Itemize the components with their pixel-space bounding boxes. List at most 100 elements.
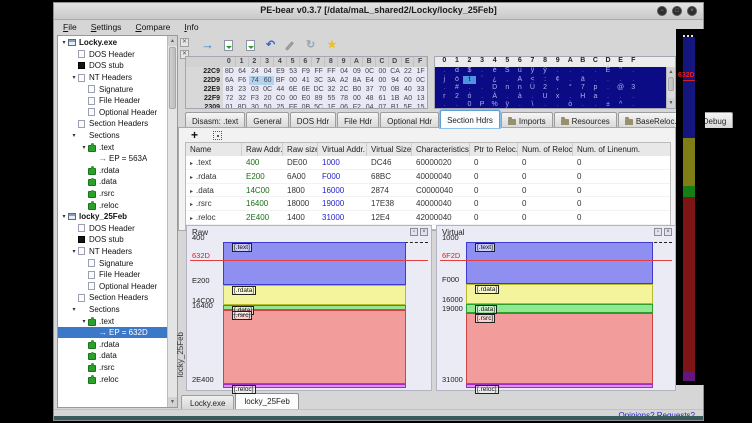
hex-byte[interactable]: 0C — [261, 85, 274, 94]
hex-byte[interactable]: 6A — [223, 76, 236, 85]
expander-icon[interactable]: ▾ — [70, 132, 78, 139]
col-header-virtual-size[interactable]: Virtual Size — [367, 143, 412, 156]
hex-byte[interactable]: 1B — [389, 94, 402, 103]
hex-byte[interactable]: E4 — [363, 76, 376, 85]
ascii-char[interactable]: . — [614, 76, 627, 85]
ascii-char[interactable]: a — [589, 93, 602, 102]
hex-byte[interactable]: 78 — [338, 94, 351, 103]
fit-columns-icon[interactable] — [213, 131, 222, 140]
minimap-segment-reloc[interactable] — [683, 372, 695, 381]
ascii-char[interactable]: . — [539, 101, 552, 109]
hex-byte[interactable]: 23 — [236, 85, 249, 94]
tree-item-rdata[interactable]: .rdata — [58, 338, 167, 350]
tree-item-nt-headers[interactable]: ▾NT Headers — [58, 246, 167, 258]
tree-item-signature[interactable]: Signature — [58, 257, 167, 269]
hex-byte[interactable]: 55 — [325, 94, 338, 103]
tab-basereloc[interactable]: BaseReloc. — [618, 112, 684, 128]
ascii-char[interactable]: . — [577, 101, 590, 109]
tree-item-locky-exe[interactable]: ▾Locky.exe — [58, 37, 167, 49]
ascii-char[interactable]: S — [501, 67, 514, 76]
expander-icon[interactable]: ▾ — [70, 306, 78, 313]
hex-byte[interactable]: DC — [312, 85, 325, 94]
hex-byte[interactable]: 8D — [223, 67, 236, 76]
table-row-text[interactable]: ▸.text400DE001000DC4660000020000 — [186, 156, 670, 170]
hex-byte[interactable]: F3 — [249, 94, 262, 103]
ascii-char[interactable]: . — [589, 101, 602, 109]
ascii-char[interactable]: . — [551, 67, 564, 76]
hex-byte[interactable]: 44 — [274, 85, 287, 94]
ascii-char[interactable]: 2 — [451, 93, 464, 102]
hex-byte[interactable]: 48 — [363, 94, 376, 103]
hex-byte[interactable]: 70 — [376, 85, 389, 94]
tab-section-hdrs[interactable]: Section Hdrs — [440, 110, 500, 128]
scroll-thumb[interactable] — [169, 47, 176, 109]
ascii-char[interactable]: . — [589, 76, 602, 85]
hex-byte[interactable]: 32 — [236, 94, 249, 103]
hex-byte[interactable]: 04 — [338, 67, 351, 76]
hex-byte[interactable]: 13 — [414, 94, 427, 103]
ascii-char[interactable]: . — [501, 76, 514, 85]
ascii-char[interactable]: ù — [514, 67, 527, 76]
tree-item-text[interactable]: ▾.text — [58, 315, 167, 327]
ascii-char[interactable]: . — [463, 84, 476, 93]
ascii-char[interactable]: p — [589, 84, 602, 93]
tree-item-rdata[interactable]: .rdata — [58, 165, 167, 177]
scroll-thumb[interactable] — [668, 77, 674, 91]
ascii-char[interactable]: H — [577, 93, 590, 102]
ascii-char[interactable]: . — [476, 84, 489, 93]
dock-float-icon[interactable]: ▫ — [410, 228, 418, 236]
table-row-rdata[interactable]: ▸.rdataE2006A00F00068BC40000040000 — [186, 170, 670, 184]
tree-item-data[interactable]: .data — [58, 176, 167, 188]
tree-item-rsrc[interactable]: .rsrc — [58, 362, 167, 374]
tree-item-sections[interactable]: ▾Sections — [58, 130, 167, 142]
ascii-char[interactable]: t — [463, 76, 476, 85]
tree-item-dos-stub[interactable]: DOS stub — [58, 234, 167, 246]
hex-byte[interactable]: 0B — [389, 85, 402, 94]
ascii-char[interactable]: Ê — [602, 67, 615, 76]
col-header-raw-addr[interactable]: Raw Addr. — [242, 143, 283, 156]
section-band-rsrc[interactable] — [466, 313, 653, 384]
hex-byte[interactable]: F6 — [236, 76, 249, 85]
ascii-char[interactable]: À — [488, 93, 501, 102]
tree-item-ep-563a[interactable]: →EP = 563A — [58, 153, 167, 165]
ascii-char[interactable]: ä — [577, 76, 590, 85]
hex-byte[interactable]: 6E — [300, 85, 313, 94]
tree-item-reloc[interactable]: .reloc — [58, 199, 167, 211]
ascii-char[interactable]: . — [564, 76, 577, 85]
minimap-segment-rdata[interactable] — [683, 138, 695, 186]
hex-byte[interactable]: 40 — [402, 85, 415, 94]
tree-item-file-header[interactable]: File Header — [58, 95, 167, 107]
hex-byte[interactable]: 22 — [402, 67, 415, 76]
tab-file-hdr[interactable]: File Hdr — [337, 112, 379, 128]
ascii-char[interactable]: . — [627, 93, 640, 102]
hex-byte[interactable]: F9 — [300, 67, 313, 76]
ascii-char[interactable]: , — [551, 84, 564, 93]
tree-item-dos-header[interactable]: DOS Header — [58, 49, 167, 61]
hex-byte[interactable]: 00 — [287, 94, 300, 103]
tree-item-section-headers[interactable]: Section Headers — [58, 292, 167, 304]
hex-byte[interactable]: 6E — [287, 85, 300, 94]
ascii-char[interactable]: P — [476, 101, 489, 109]
ascii-char[interactable]: . — [438, 67, 451, 76]
menu-file[interactable]: File — [56, 21, 84, 33]
menu-info[interactable]: Info — [177, 21, 205, 33]
ascii-char[interactable]: $ — [463, 67, 476, 76]
hex-byte[interactable]: 33 — [414, 85, 427, 94]
tree-item-file-header[interactable]: File Header — [58, 269, 167, 281]
tree-item-sections[interactable]: ▾Sections — [58, 304, 167, 316]
hex-byte[interactable]: 3A — [325, 76, 338, 85]
tree-item-section-headers[interactable]: Section Headers — [58, 118, 167, 130]
tab-imports[interactable]: Imports — [501, 112, 553, 128]
menu-compare[interactable]: Compare — [128, 21, 177, 33]
hex-byte[interactable]: E0 — [300, 94, 313, 103]
ascii-char[interactable]: 7 — [577, 84, 590, 93]
file-tab-locky-exe[interactable]: Locky.exe — [181, 395, 234, 410]
section-band-rsrc[interactable] — [223, 310, 406, 384]
hex-byte[interactable]: 00 — [376, 67, 389, 76]
reload-icon[interactable]: ↻ — [306, 39, 315, 51]
ascii-char[interactable]: d — [451, 67, 464, 76]
ascii-char[interactable]: . — [551, 101, 564, 109]
table-row-rsrc[interactable]: ▸.rsrc16400180001900017E3840000040000 — [186, 197, 670, 211]
hex-byte[interactable]: A0 — [402, 94, 415, 103]
ascii-char[interactable]: . — [501, 93, 514, 102]
